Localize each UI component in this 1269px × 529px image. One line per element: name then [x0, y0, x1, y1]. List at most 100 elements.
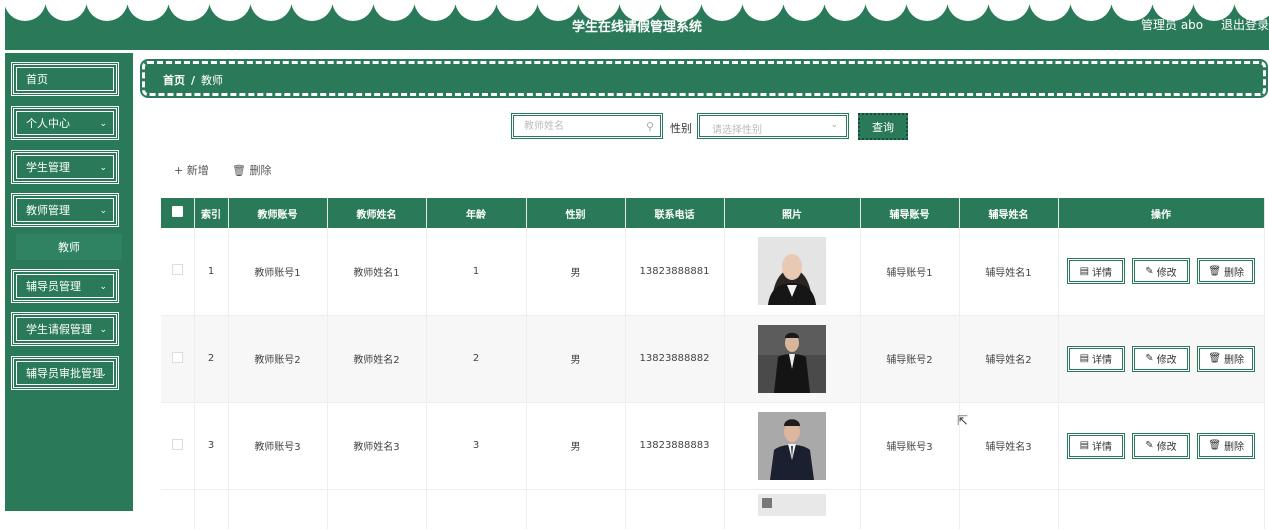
gender-select[interactable]: 请选择性别 ⌄ [697, 113, 849, 139]
delete-label: 删除 [1224, 267, 1245, 279]
cell-counselor-account: 辅导账号3 [860, 402, 960, 490]
cell-name: 教师姓名1 [327, 228, 427, 316]
table-row: 2 教师账号2 教师姓名2 2 男 13823888882 辅导账号2 辅导姓名… [161, 315, 1265, 403]
logout-link[interactable]: 退出登录 [1221, 18, 1269, 32]
chevron-down-icon: ⌄ [99, 369, 107, 379]
sidebar-item-home[interactable]: 首页 [11, 62, 119, 96]
row-checkbox-cell[interactable] [161, 228, 195, 316]
gender-select-placeholder: 请选择性别 [712, 125, 762, 136]
row-checkbox[interactable] [171, 264, 183, 276]
detail-button[interactable]: ▤ 详情 [1066, 258, 1125, 285]
cell-age: 1 [426, 228, 527, 316]
add-button[interactable]: + 新增 [174, 162, 209, 178]
chevron-down-icon: ⌄ [99, 119, 107, 129]
search-icon: ⚲ [645, 120, 654, 133]
sidebar-item-leave-management[interactable]: 学生请假管理 ⌄ [11, 312, 119, 346]
sidebar-item-teacher-management[interactable]: 教师管理 ⌄ [11, 193, 119, 227]
cell-phone: 13823888881 [625, 228, 725, 316]
cell-phone: 13823888883 [625, 402, 725, 490]
detail-label: 详情 [1092, 355, 1113, 366]
breadcrumb-home[interactable]: 首页 [163, 74, 185, 87]
cell-index: 2 [194, 315, 229, 403]
chevron-down-icon: ⌄ [99, 206, 107, 216]
header-user-area: 管理员 abo 退出登录 [1127, 16, 1269, 33]
chevron-down-icon: ⌄ [830, 120, 838, 130]
cell-account: 教师账号3 [228, 402, 328, 490]
chevron-down-icon: ⌄ [99, 163, 107, 173]
sidebar-item-label: 学生请假管理 [26, 323, 92, 336]
table-header-row: 索引 教师账号 教师姓名 年龄 性别 联系电话 照片 辅导账号 辅导姓名 操作 [161, 198, 1265, 228]
sidebar-item-personal-center[interactable]: 个人中心 ⌄ [11, 106, 119, 140]
detail-label: 详情 [1092, 442, 1113, 453]
sidebar-subitem-teacher[interactable]: 教师 [16, 234, 122, 260]
cell-actions: ▤ 详情 ✎ 修改 🗑 删除 [1058, 315, 1265, 403]
trash-icon: 🗑 [1208, 265, 1222, 277]
qr-icon [762, 497, 772, 508]
teacher-photo[interactable] [758, 493, 826, 516]
batch-delete-label: 删除 [249, 164, 272, 177]
delete-button[interactable]: 🗑 删除 [1197, 258, 1256, 285]
edit-label: 修改 [1156, 267, 1177, 279]
edit-button[interactable]: ✎ 修改 [1132, 258, 1190, 285]
cell-photo [724, 489, 861, 529]
pencil-icon: ✎ [1145, 353, 1154, 364]
batch-delete-button[interactable]: 🗑 删除 [232, 162, 271, 178]
row-checkbox[interactable] [171, 438, 183, 450]
cell-account: 教师账号2 [228, 315, 328, 403]
row-checkbox-cell[interactable] [161, 402, 195, 490]
teacher-table: 索引 教师账号 教师姓名 年龄 性别 联系电话 照片 辅导账号 辅导姓名 操作 … [161, 198, 1265, 529]
cell-actions: ▤ 详情 ✎ 修改 🗑 删除 [1058, 228, 1265, 316]
cell-counselor-name: 辅导姓名3 [959, 402, 1059, 490]
column-header: 教师姓名 [327, 198, 427, 228]
cell-counselor-name [959, 489, 1059, 529]
cell-phone [625, 489, 725, 529]
cell-account: 教师账号1 [228, 228, 328, 316]
delete-button[interactable]: 🗑 删除 [1197, 345, 1256, 372]
portrait-image [758, 324, 826, 393]
cell-age: 3 [426, 402, 527, 490]
sidebar-item-student-management[interactable]: 学生管理 ⌄ [11, 150, 119, 184]
column-header: 联系电话 [625, 198, 725, 228]
row-checkbox-cell[interactable] [161, 315, 195, 403]
select-all-checkbox[interactable] [171, 206, 183, 217]
cell-actions [1058, 489, 1265, 529]
detail-button[interactable]: ▤ 详情 [1066, 345, 1125, 372]
cell-name: 教师姓名2 [327, 315, 427, 403]
pencil-icon: ✎ [1145, 440, 1154, 451]
teacher-name-input[interactable] [524, 116, 644, 136]
sidebar-item-counselor-management[interactable]: 辅导员管理 ⌄ [11, 269, 119, 303]
column-header: 性别 [526, 198, 626, 228]
teacher-photo[interactable] [758, 237, 826, 306]
cell-counselor-account: 辅导账号1 [860, 228, 960, 316]
top-header: 学生在线请假管理系统 管理员 abo 退出登录 [5, 0, 1269, 50]
sidebar-item-label: 教师管理 [26, 204, 70, 217]
column-header: 操作 [1058, 198, 1265, 228]
edit-button[interactable]: ✎ 修改 [1132, 432, 1190, 459]
delete-button[interactable]: 🗑 删除 [1197, 432, 1256, 459]
pencil-icon: ✎ [1145, 265, 1154, 277]
cell-actions: ▤ 详情 ✎ 修改 🗑 删除 [1058, 402, 1265, 490]
select-all-cell[interactable] [161, 198, 195, 228]
sidebar-item-label: 首页 [26, 73, 48, 86]
breadcrumb-separator: / [191, 74, 196, 87]
teacher-name-search[interactable]: ⚲ [511, 113, 663, 139]
cell-index: 3 [194, 402, 229, 490]
column-header: 辅导账号 [860, 198, 960, 228]
query-button[interactable]: 查询 [858, 113, 908, 140]
column-header: 索引 [194, 198, 229, 228]
column-header: 辅导姓名 [959, 198, 1059, 228]
teacher-photo[interactable] [758, 411, 826, 480]
sidebar-item-label: 辅导员审批管理 [26, 367, 103, 380]
chevron-down-icon: ⌄ [99, 325, 107, 335]
edit-button[interactable]: ✎ 修改 [1132, 345, 1190, 372]
trash-icon: 🗑 [232, 164, 246, 177]
cell-counselor-name: 辅导姓名1 [959, 228, 1059, 316]
sidebar-item-approval-management[interactable]: 辅导员审批管理 ⌄ [11, 356, 119, 390]
delete-label: 删除 [1224, 442, 1245, 453]
edit-label: 修改 [1156, 442, 1177, 453]
teacher-photo[interactable] [758, 324, 826, 393]
cell-name [327, 489, 427, 529]
trash-icon: 🗑 [1208, 440, 1222, 451]
detail-button[interactable]: ▤ 详情 [1066, 432, 1125, 459]
row-checkbox[interactable] [171, 351, 183, 363]
